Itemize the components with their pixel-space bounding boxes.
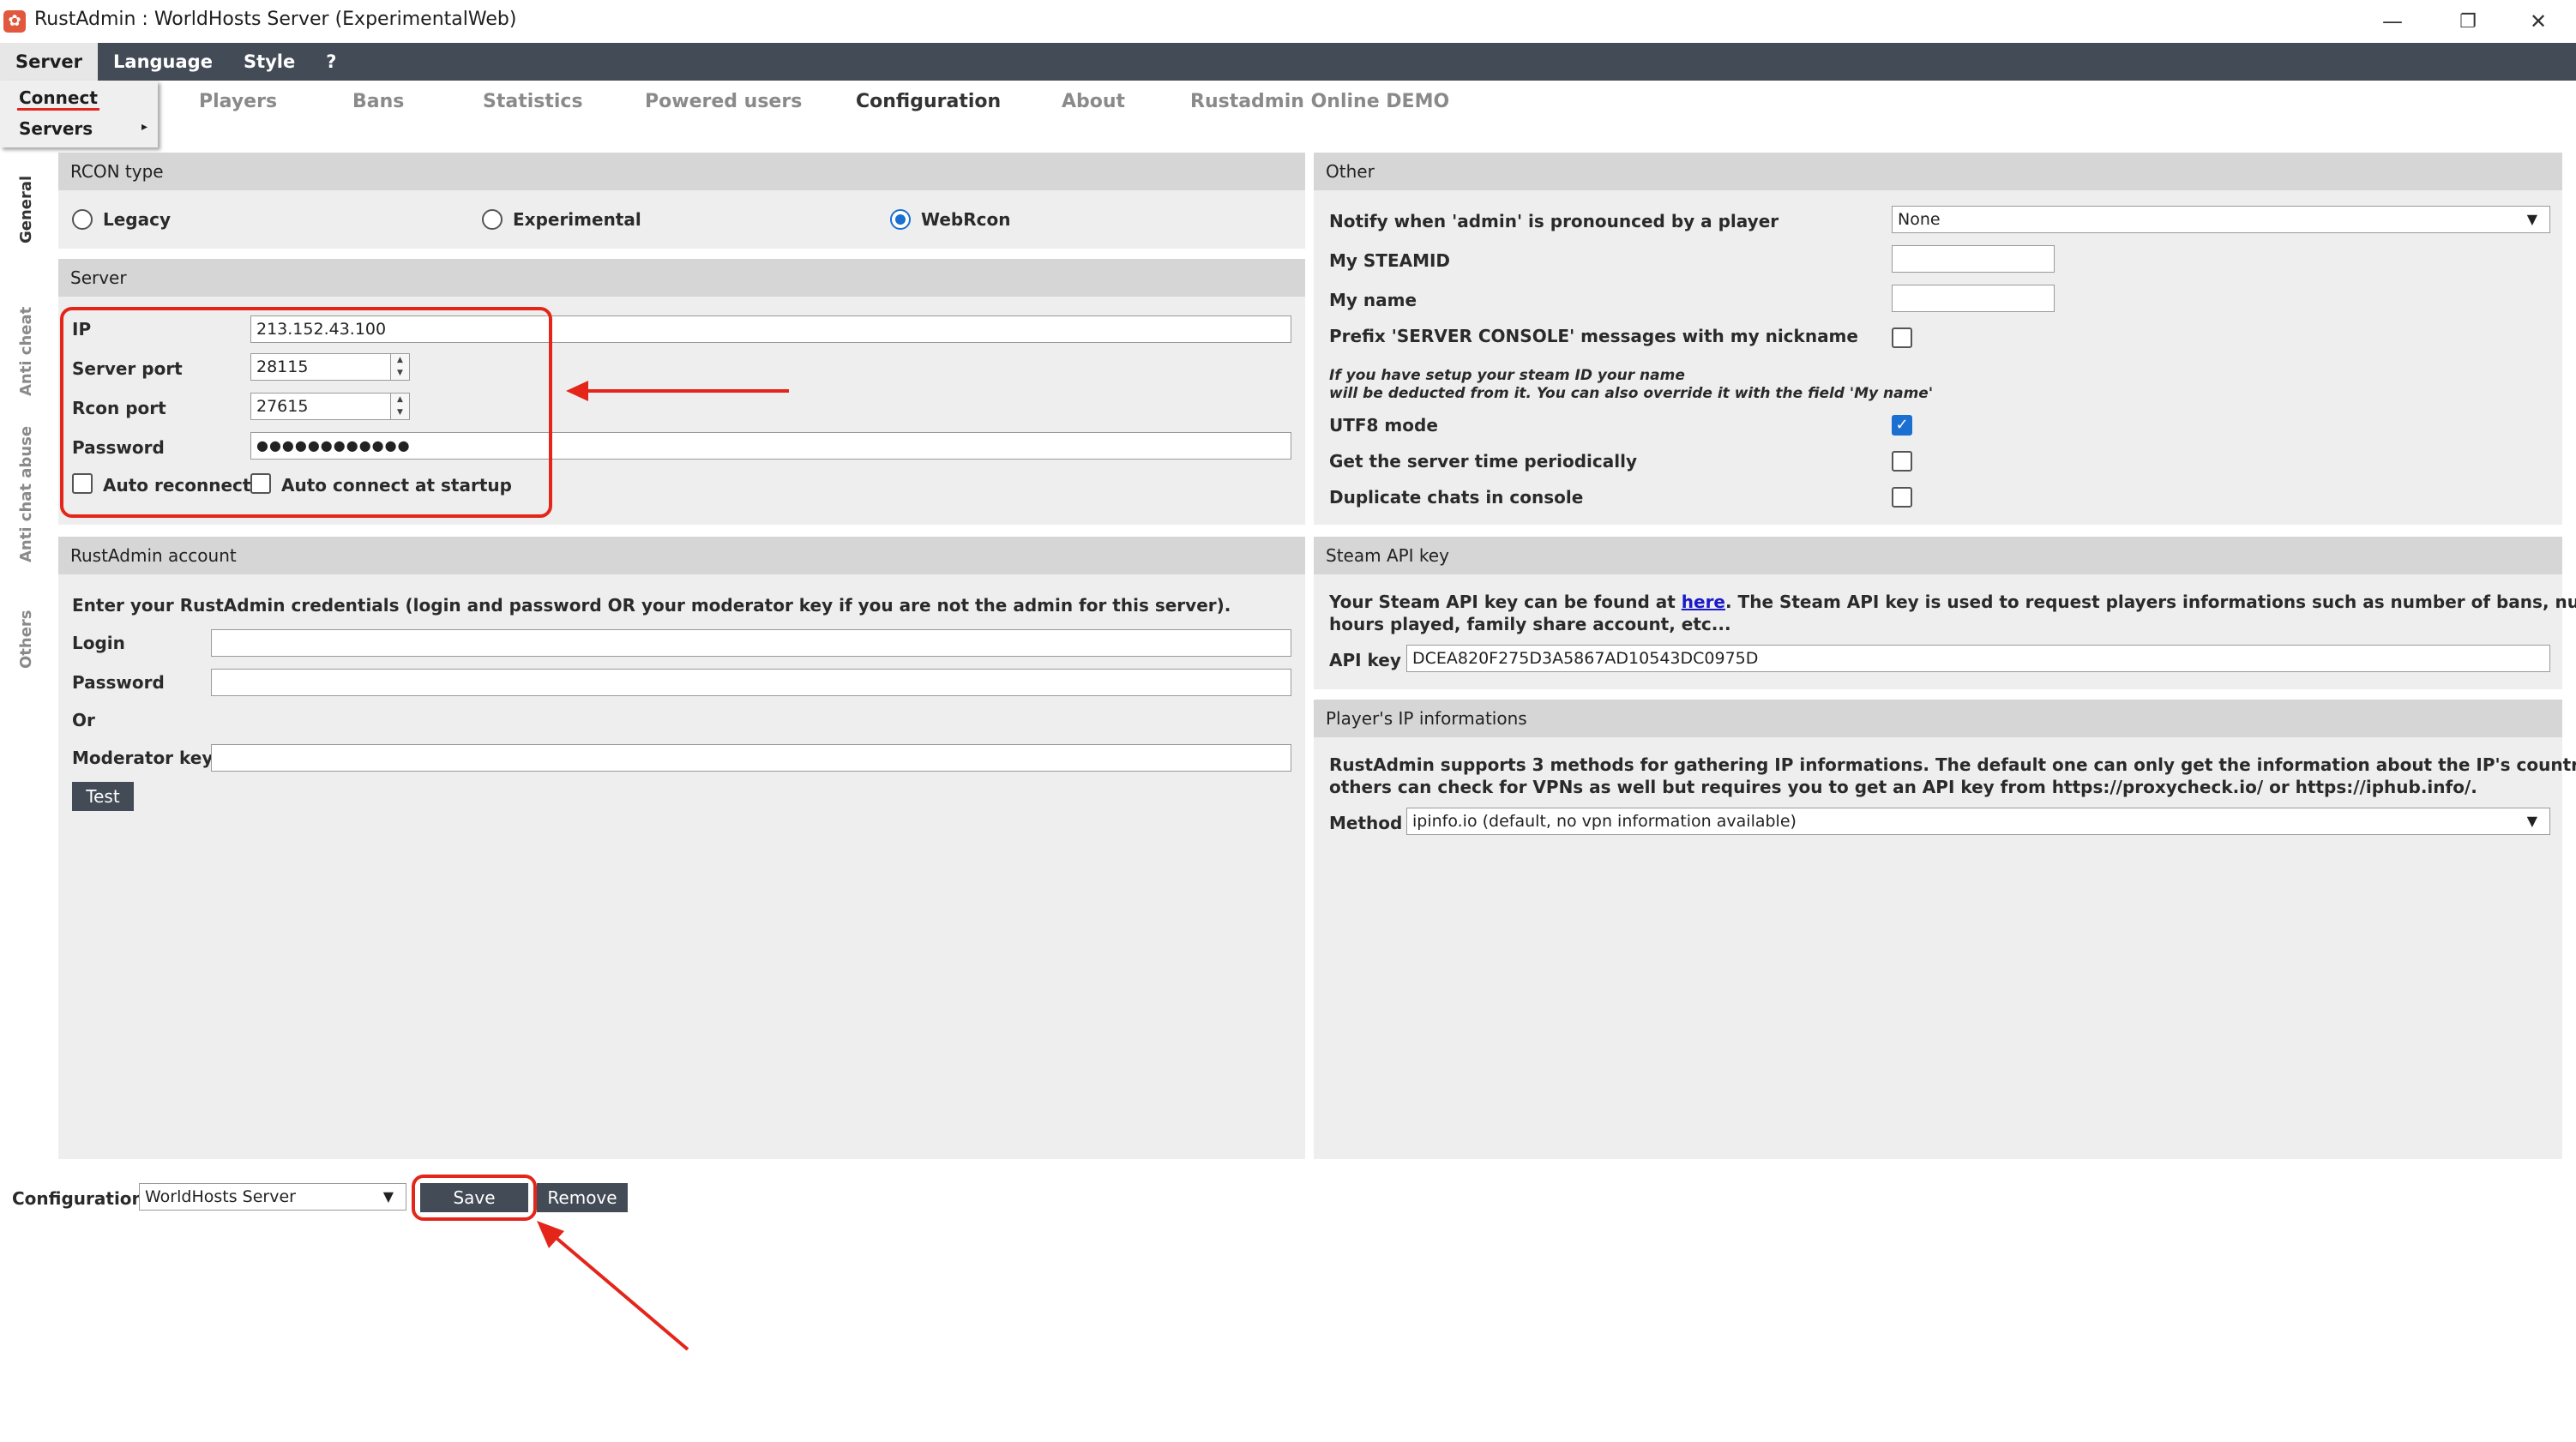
api-key-label: API key (1329, 650, 1401, 670)
server-header: Server (58, 259, 1305, 297)
other-header: Other (1314, 153, 2562, 190)
tab-online-demo[interactable]: Rustadmin Online DEMO (1190, 91, 1449, 112)
tab-about[interactable]: About (1062, 91, 1125, 112)
rcon-type-panel: RCON type Legacy Experimental WebRcon (58, 153, 1305, 249)
notify-select[interactable]: None ▼ (1892, 206, 2550, 233)
rcon-type-header: RCON type (58, 153, 1305, 190)
window-title: RustAdmin : WorldHosts Server (Experimen… (34, 9, 517, 30)
account-password-label: Password (72, 672, 165, 693)
radio-webrcon-label: WebRcon (921, 209, 1011, 230)
menu-style[interactable]: Style (228, 43, 310, 81)
rustadmin-account-panel: RustAdmin account Enter your RustAdmin c… (58, 537, 1305, 1159)
menu-item-servers[interactable]: Servers (19, 118, 93, 139)
minimize-button[interactable]: — (2367, 5, 2418, 38)
steamid-label: My STEAMID (1329, 250, 1451, 271)
other-panel: Other Notify when 'admin' is pronounced … (1314, 153, 2562, 525)
menu-item-connect[interactable]: Connect (19, 87, 98, 108)
steam-api-description-line2: hours played, family share account, etc.… (1329, 614, 1731, 634)
notify-label: Notify when 'admin' is pronounced by a p… (1329, 211, 1779, 231)
chevron-down-icon: ▼ (382, 1188, 394, 1205)
server-time-checkbox[interactable] (1892, 451, 1912, 472)
account-password-input[interactable] (211, 669, 1291, 696)
radio-legacy-label: Legacy (103, 209, 172, 230)
duplicate-chats-checkbox[interactable] (1892, 487, 1912, 508)
steam-api-header: Steam API key (1314, 537, 2562, 574)
server-time-label: Get the server time periodically (1329, 451, 1637, 472)
account-header: RustAdmin account (58, 537, 1305, 574)
prefix-label: Prefix 'SERVER CONSOLE' messages with my… (1329, 326, 1858, 346)
radio-legacy[interactable] (72, 209, 93, 230)
moderator-key-input[interactable] (211, 744, 1291, 772)
annotation-arrow-icon (537, 1221, 689, 1351)
method-select-value: ipinfo.io (default, no vpn information a… (1412, 812, 1797, 831)
steam-name-note-line1: If you have setup your steam ID your nam… (1329, 367, 1685, 384)
ip-info-header: Player's IP informations (1314, 700, 2562, 737)
my-name-input[interactable] (1892, 285, 2055, 312)
menu-language[interactable]: Language (98, 43, 228, 81)
server-dropdown-menu: Connect Servers ▸ (0, 81, 158, 147)
notify-select-value: None (1898, 210, 1941, 229)
tab-powered-users[interactable]: Powered users (645, 91, 802, 112)
restore-button[interactable]: ❐ (2442, 5, 2494, 38)
steam-api-description: Your Steam API key can be found at here.… (1329, 592, 2576, 612)
steam-api-panel: Steam API key Your Steam API key can be … (1314, 537, 2576, 689)
method-label: Method (1329, 813, 1403, 833)
utf8-label: UTF8 mode (1329, 415, 1438, 436)
configuration-select-value: WorldHosts Server (145, 1187, 296, 1206)
tab-statistics[interactable]: Statistics (483, 91, 583, 112)
login-label: Login (72, 633, 125, 653)
chevron-down-icon: ▼ (2526, 211, 2537, 227)
steamid-input[interactable] (1892, 245, 2055, 273)
side-tab-anti-chat-abuse[interactable]: Anti chat abuse (17, 426, 35, 562)
title-bar: ✿ RustAdmin : WorldHosts Server (Experim… (0, 0, 2576, 43)
ip-info-description-line2: others can check for VPNs as well but re… (1329, 777, 2477, 797)
side-tab-general[interactable]: General (17, 176, 35, 243)
or-label: Or (72, 710, 95, 730)
annotation-arrow-icon (566, 381, 789, 401)
account-description: Enter your RustAdmin credentials (login … (72, 595, 1231, 616)
tab-configuration[interactable]: Configuration (856, 91, 1001, 112)
login-input[interactable] (211, 629, 1291, 657)
duplicate-chats-label: Duplicate chats in console (1329, 487, 1584, 508)
api-key-input[interactable]: DCEA820F275D3A5867AD10543DC0975D (1406, 645, 2550, 672)
chevron-down-icon: ▼ (2526, 813, 2537, 829)
menu-bar: Server Language Style ? (0, 43, 2576, 81)
radio-webrcon[interactable] (890, 209, 911, 230)
rustadmin-logo-icon: ✿ (3, 10, 26, 33)
radio-experimental-label: Experimental (513, 209, 641, 230)
side-tab-others[interactable]: Others (17, 610, 35, 669)
utf8-checkbox[interactable]: ✓ (1892, 415, 1912, 436)
connect-annotation-underline (17, 108, 99, 111)
radio-experimental[interactable] (482, 209, 503, 230)
test-button[interactable]: Test (72, 782, 134, 811)
save-annotation-box (412, 1175, 537, 1221)
prefix-checkbox[interactable] (1892, 327, 1912, 348)
server-fields-annotation-box (60, 307, 552, 518)
my-name-label: My name (1329, 290, 1417, 310)
method-select[interactable]: ipinfo.io (default, no vpn information a… (1406, 808, 2550, 835)
side-tab-anti-cheat[interactable]: Anti cheat (17, 307, 35, 396)
remove-button[interactable]: Remove (537, 1183, 628, 1212)
configuration-select[interactable]: WorldHosts Server ▼ (139, 1183, 406, 1211)
steam-api-here-link[interactable]: here (1682, 592, 1725, 612)
menu-server[interactable]: Server (0, 43, 99, 81)
ip-info-description-line1: RustAdmin supports 3 methods for gatheri… (1329, 754, 2576, 775)
configuration-label: Configuration (12, 1188, 144, 1209)
close-button[interactable]: ✕ (2513, 5, 2564, 38)
steam-name-note-line2: will be deducted from it. You can also o… (1329, 385, 1934, 402)
tab-players[interactable]: Players (199, 91, 277, 112)
tab-bans[interactable]: Bans (352, 91, 404, 112)
submenu-arrow-icon: ▸ (141, 120, 147, 134)
ip-info-panel: Player's IP informations RustAdmin suppo… (1314, 700, 2576, 1159)
moderator-key-label: Moderator key (72, 748, 214, 768)
menu-help[interactable]: ? (310, 43, 352, 81)
